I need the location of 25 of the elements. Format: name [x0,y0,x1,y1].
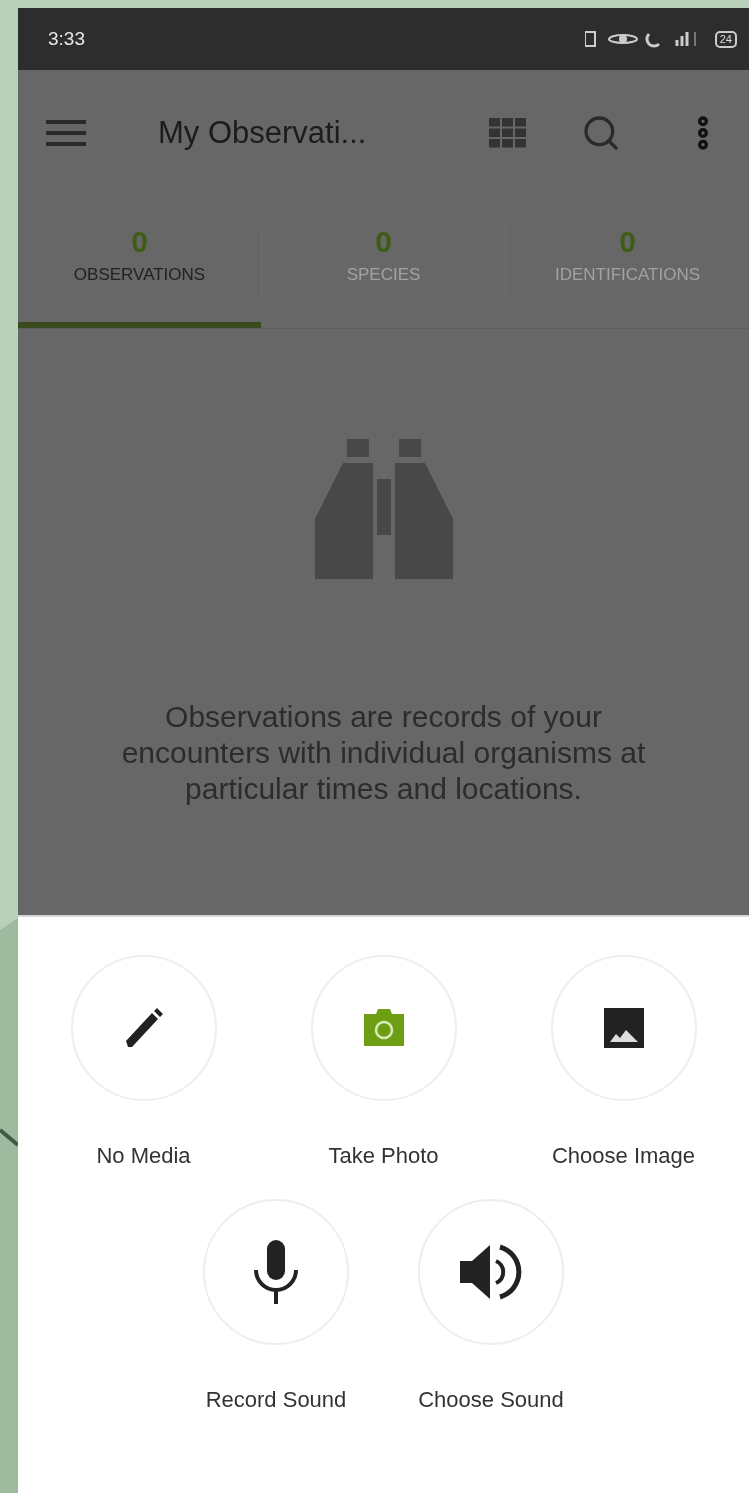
tab[interactable]: 0 IDENTIFICATIONS [506,195,749,328]
tab-label: SPECIES [346,265,421,285]
speaker-icon [460,1243,522,1301]
tab-count: 0 [131,225,148,259]
grid-icon[interactable] [489,117,527,148]
media-option-label: Choose Sound [418,1387,564,1413]
media-option-label: Record Sound [205,1387,347,1413]
battery-level: 24 [714,30,737,48]
app-title: My Observati... [158,114,368,151]
tab-count: 0 [619,225,636,259]
tab[interactable]: 0 SPECIES [262,195,505,328]
status-time: 3:33 [48,28,85,50]
binoculars-icon [314,439,453,579]
media-option-label: No Media [96,1143,191,1169]
empty-state-message: Observations are records of your encounters with individual organisms at particular times and locations. [120,699,647,807]
menu-icon[interactable] [46,118,86,147]
tab-label: OBSERVATIONS [73,265,206,285]
camera-icon [361,1008,406,1048]
tab-count: 0 [375,225,392,259]
microphone-icon [252,1240,300,1304]
pencil-icon [123,1007,164,1049]
image-icon [603,1008,644,1048]
media-option-label: Take Photo [328,1143,439,1169]
tab-label: IDENTIFICATIONS [554,265,701,285]
media-option-label: Choose Image [551,1143,696,1169]
